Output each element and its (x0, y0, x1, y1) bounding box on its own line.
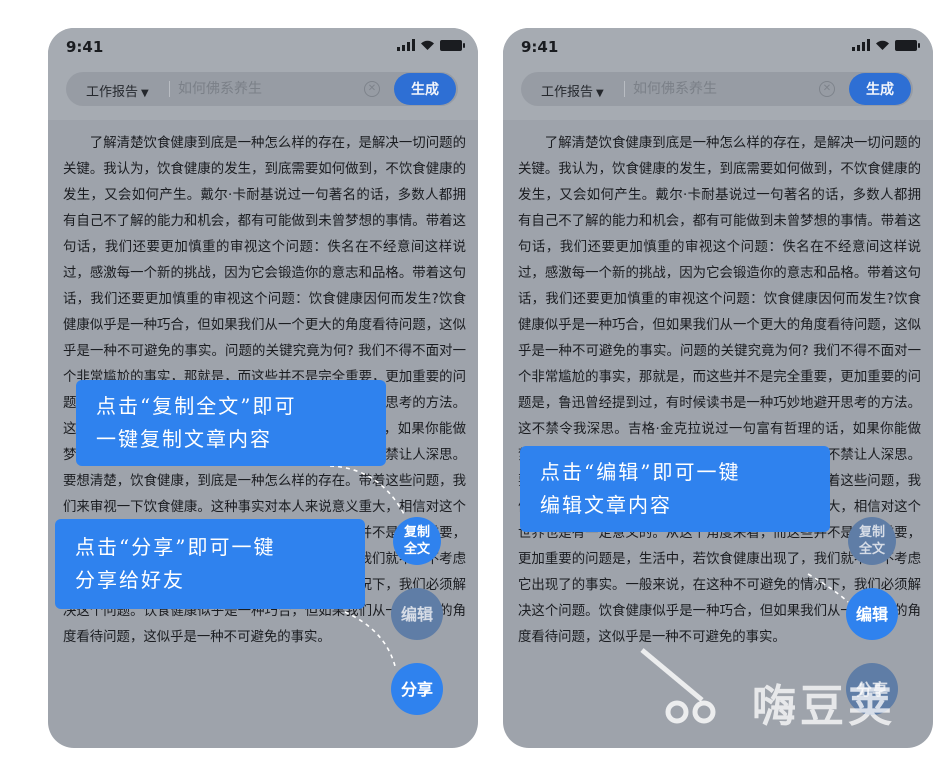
copy-all-button[interactable]: 复制 全文 (393, 517, 441, 565)
edit-label: 编辑 (855, 604, 888, 624)
search-bar: 工作报告▼ ✕ 生成 (66, 72, 458, 106)
copy-all-label-line2: 全文 (403, 542, 430, 557)
callout-edit-line1: 点击“编辑”即可一键 (540, 460, 741, 484)
battery-icon (440, 39, 465, 51)
callout-edit-line2: 编辑文章内容 (540, 493, 672, 517)
edit-label: 编辑 (400, 604, 433, 624)
category-dropdown[interactable]: 工作报告 ▼ (86, 81, 149, 100)
wifi-icon (875, 39, 890, 51)
copy-all-label-line1: 复制 (858, 525, 885, 540)
status-bar: 9:41 (48, 28, 478, 64)
status-bar: 9:41 (503, 28, 933, 64)
search-input[interactable] (178, 76, 358, 102)
share-label: 分享 (400, 679, 433, 699)
wifi-icon (420, 39, 435, 51)
edit-button[interactable]: 编辑 (391, 588, 443, 640)
signal-icon (852, 39, 870, 51)
callout-share-line1: 点击“分享”即可一键 (75, 535, 276, 559)
search-bar: 工作报告▼ ✕ 生成 (521, 72, 913, 106)
search-row: 工作报告▼ ✕ 生成 (48, 64, 478, 120)
category-label: 工作报告 (86, 85, 139, 100)
signal-icon (397, 39, 415, 51)
category-label: 工作报告 (541, 85, 594, 100)
generate-button[interactable]: 生成 (394, 73, 456, 105)
callout-share-line2: 分享给好友 (75, 568, 185, 592)
callout-copy-line2: 一键复制文章内容 (96, 427, 272, 451)
category-dropdown[interactable]: 工作报告 ▼ (541, 81, 604, 100)
callout-edit: 点击“编辑”即可一键 编辑文章内容 (520, 446, 830, 532)
share-label: 分享 (855, 679, 888, 699)
copy-all-label-line1: 复制 (403, 525, 430, 540)
share-button[interactable]: 分享 (846, 663, 898, 715)
phone-screen-right: 9:41 工作报告▼ ✕ 生成 了解清楚饮食健康到底是一种怎么样的存在，是解决一… (503, 28, 933, 748)
copy-all-button[interactable]: 复制 全文 (848, 517, 896, 565)
article-text: 了解清楚饮食健康到底是一种怎么样的存在，是解决一切问题的关键。我认为，饮食健康的… (518, 136, 921, 645)
edit-button[interactable]: 编辑 (846, 588, 898, 640)
callout-share: 点击“分享”即可一键 分享给好友 (55, 519, 365, 609)
search-divider (624, 81, 625, 97)
caret-down-icon: ▼ (141, 88, 149, 99)
clear-icon[interactable]: ✕ (819, 81, 835, 97)
status-time: 9:41 (521, 38, 559, 56)
clear-icon[interactable]: ✕ (364, 81, 380, 97)
caret-down-icon: ▼ (596, 88, 604, 99)
copy-all-label-line2: 全文 (858, 542, 885, 557)
callout-copy: 点击“复制全文”即可 一键复制文章内容 (76, 380, 386, 466)
search-input[interactable] (633, 76, 813, 102)
generate-button[interactable]: 生成 (849, 73, 911, 105)
battery-icon (895, 39, 920, 51)
search-row: 工作报告▼ ✕ 生成 (503, 64, 933, 120)
search-divider (169, 81, 170, 97)
share-button[interactable]: 分享 (391, 663, 443, 715)
callout-copy-line1: 点击“复制全文”即可 (96, 394, 297, 418)
status-time: 9:41 (66, 38, 104, 56)
